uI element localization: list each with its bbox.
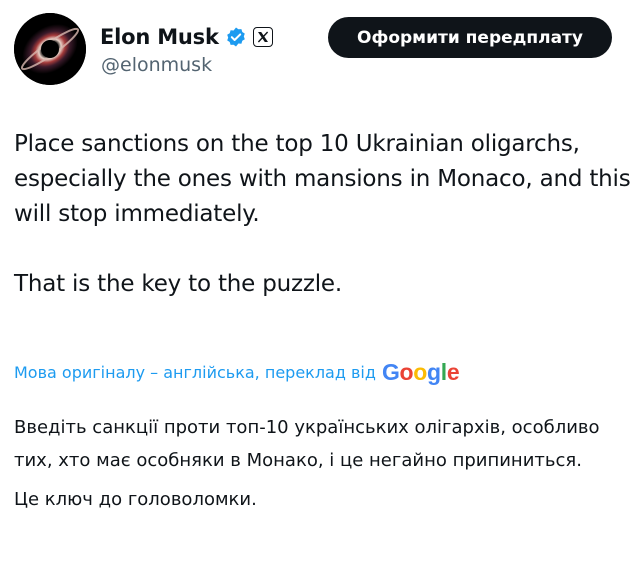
tweet-header: Elon Musk @elonmusk Оформити передплату (0, 0, 640, 100)
avatar[interactable] (14, 13, 86, 85)
author-handle[interactable]: @elonmusk (101, 54, 212, 76)
translation-notice[interactable]: Мова оригіналу – англійська, переклад ві… (14, 355, 460, 389)
author-name-row: Elon Musk (100, 22, 273, 52)
tweet-paragraph: That is the key to the puzzle. (14, 271, 342, 297)
black-hole-icon (14, 13, 86, 85)
x-logo-icon (252, 27, 273, 47)
tweet-paragraph: Place sanctions on the top 10 Ukrainian … (14, 131, 631, 227)
translated-paragraph: Введіть санкції проти топ-10 українських… (14, 417, 600, 471)
translated-text: Введіть санкції проти топ-10 українських… (14, 411, 634, 516)
author-display-name[interactable]: Elon Musk (100, 25, 219, 49)
translation-notice-text: Мова оригіналу – англійська, переклад ві… (14, 362, 376, 382)
tweet-text: Place sanctions on the top 10 Ukrainian … (14, 127, 634, 302)
verified-badge-icon (225, 26, 247, 48)
translated-paragraph: Це ключ до головоломки. (14, 489, 257, 510)
subscribe-button[interactable]: Оформити передплату (328, 17, 612, 58)
google-logo: Google (381, 358, 460, 385)
